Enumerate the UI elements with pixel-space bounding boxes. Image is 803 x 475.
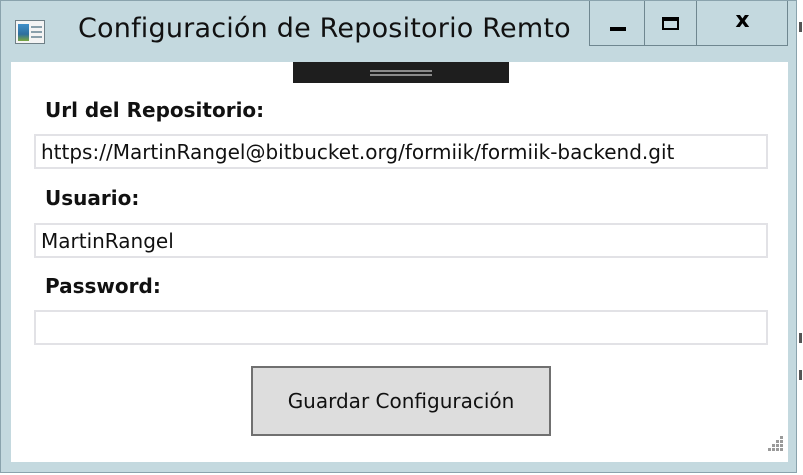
title-bar[interactable]: Configuración de Repositorio Remto x (1, 1, 796, 60)
password-label: Password: (45, 274, 161, 298)
maximize-button[interactable] (645, 1, 697, 46)
desktop-mark (799, 22, 802, 32)
minimize-button[interactable] (589, 1, 645, 46)
close-button[interactable]: x (697, 1, 788, 46)
desktop-mark (799, 370, 802, 380)
maximize-icon (662, 17, 679, 30)
user-label: Usuario: (45, 186, 140, 210)
window-title: Configuración de Repositorio Remto (78, 13, 571, 44)
form-panel: Url del Repositorio: https://MartinRange… (11, 62, 788, 462)
desktop-mark (799, 333, 802, 343)
url-label: Url del Repositorio: (45, 98, 265, 122)
save-config-button[interactable]: Guardar Configuración (251, 366, 551, 436)
resize-grip-icon[interactable] (768, 436, 786, 454)
desktop-background (797, 0, 803, 475)
caption-buttons: x (589, 1, 788, 46)
url-field[interactable]: https://MartinRangel@bitbucket.org/formi… (34, 134, 768, 169)
minimize-icon (610, 27, 626, 31)
user-field[interactable]: MartinRangel (34, 223, 768, 258)
close-icon: x (735, 8, 750, 33)
app-window-icon[interactable] (15, 20, 45, 44)
drag-handle[interactable] (293, 62, 509, 83)
password-field[interactable] (34, 310, 768, 345)
config-window: Configuración de Repositorio Remto x Url… (0, 0, 797, 473)
